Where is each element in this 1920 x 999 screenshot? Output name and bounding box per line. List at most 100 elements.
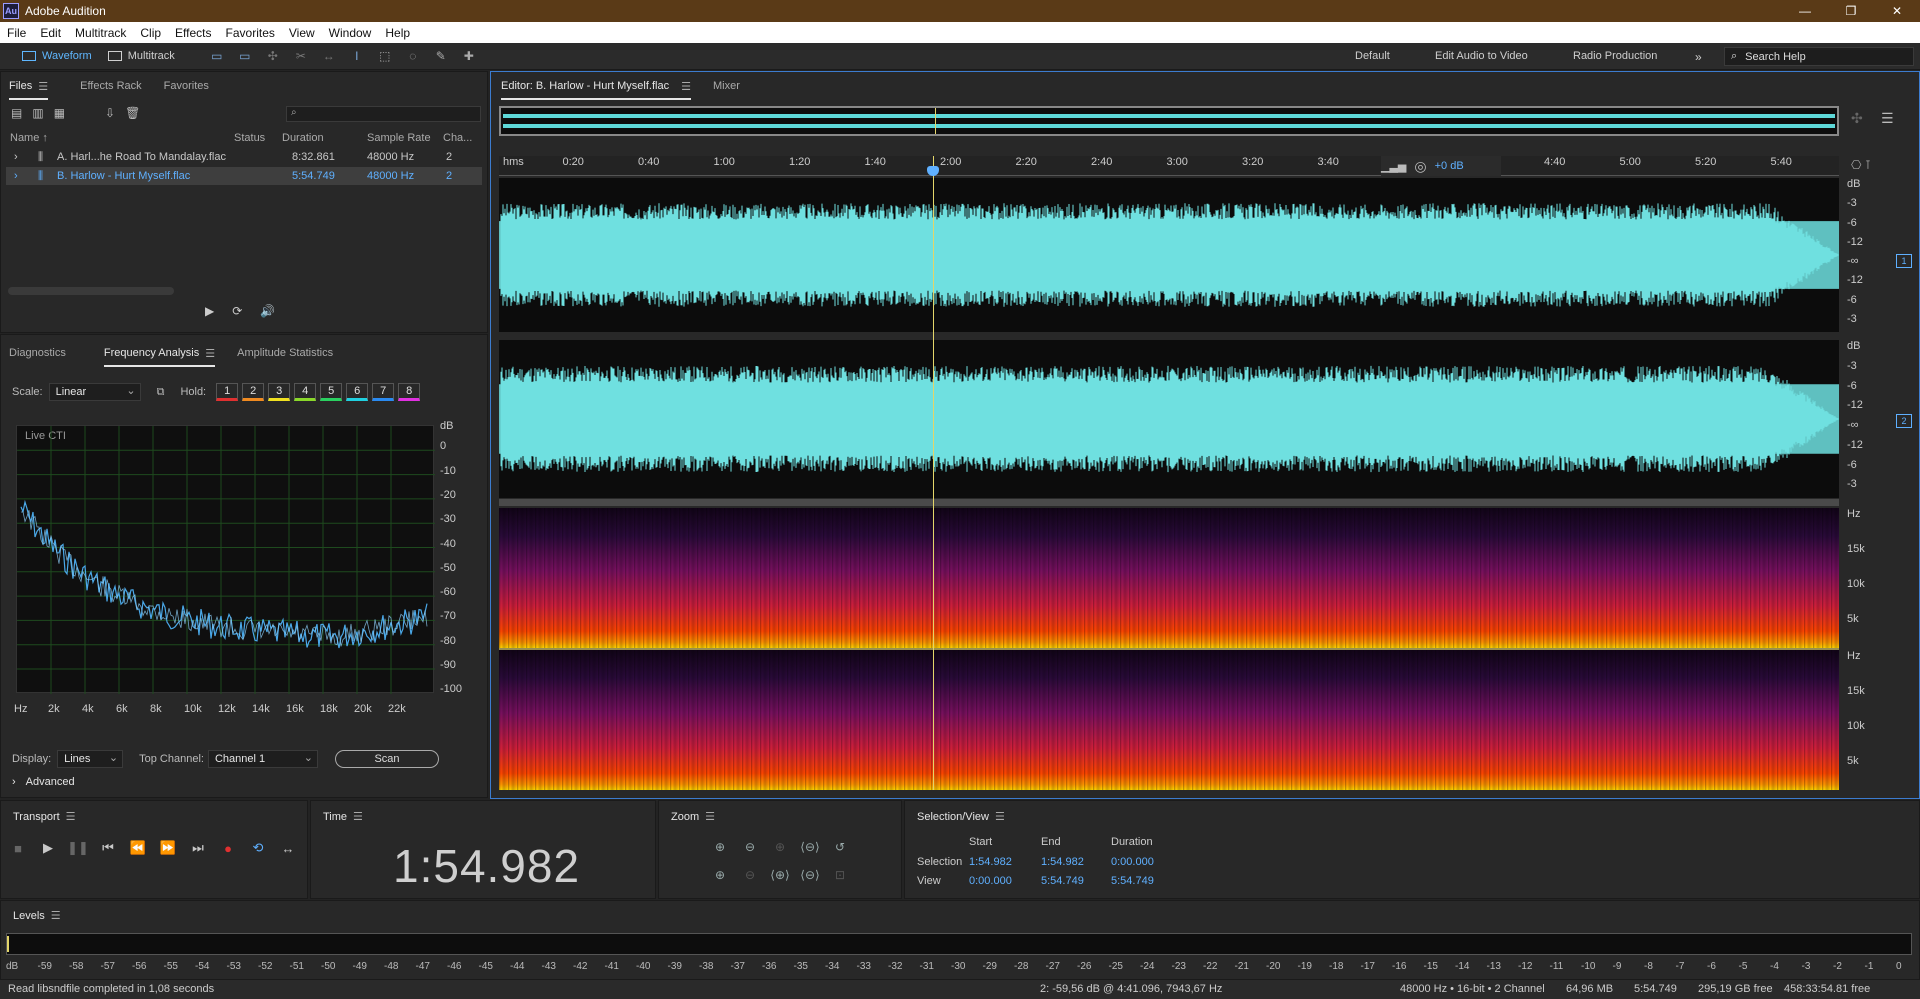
pitch-display-icon[interactable]: ▭ — [236, 48, 254, 64]
playhead[interactable] — [933, 156, 934, 790]
expand-icon[interactable]: › — [14, 170, 18, 182]
waveform-mode-button[interactable]: Waveform — [14, 46, 100, 66]
channel-1-badge[interactable]: 1 — [1896, 254, 1912, 268]
hold-button-7[interactable]: 7 — [372, 383, 395, 401]
hold-button-3[interactable]: 3 — [268, 383, 291, 401]
menu-help[interactable]: Help — [378, 26, 417, 40]
view-start[interactable]: 0:00.000 — [969, 875, 1012, 887]
workspace-radio-production[interactable]: Radio Production — [1573, 50, 1657, 62]
go-to-start-icon[interactable]: ⏮ — [98, 838, 118, 858]
channel-2-badge[interactable]: 2 — [1896, 414, 1912, 428]
brush-tool-icon[interactable]: ✎ — [432, 48, 450, 64]
marquee-tool-icon[interactable]: ⬚ — [376, 48, 394, 64]
snap-icon[interactable]: ⎔ ⊺ — [1851, 158, 1871, 172]
search-help-input[interactable]: ⌕ Search Help — [1724, 47, 1914, 66]
import-file-icon[interactable]: ▥ — [32, 106, 43, 120]
current-time[interactable]: 1:54.982 — [393, 839, 580, 893]
go-to-end-icon[interactable]: ⏭ — [188, 838, 208, 858]
file-row[interactable]: › ⫼ B. Harlow - Hurt Myself.flac 5:54.74… — [6, 167, 482, 185]
top-channel-select[interactable]: Channel 1 — [207, 750, 318, 768]
tab-frequency-analysis[interactable]: Frequency Analysis ☰ — [103, 339, 216, 367]
zoom-out-time-icon[interactable]: ⊖ — [739, 865, 761, 885]
col-sample-rate[interactable]: Sample Rate — [367, 132, 431, 144]
skip-selection-icon[interactable]: ↔ — [278, 838, 298, 858]
col-name[interactable]: Name ↑ — [10, 132, 48, 144]
razor-tool-icon[interactable]: ✂ — [292, 48, 310, 64]
gain-value[interactable]: +0 dB — [1435, 160, 1464, 172]
fast-forward-icon[interactable]: ⏩ — [158, 838, 178, 858]
zoom-in-point-icon[interactable]: ⊕ — [769, 837, 791, 857]
selection-duration[interactable]: 0:00.000 — [1111, 856, 1154, 868]
delete-file-icon[interactable]: 🗑 — [125, 106, 140, 120]
multitrack-mode-button[interactable]: Multitrack — [100, 46, 183, 66]
display-select[interactable]: Lines — [57, 750, 124, 768]
file-row[interactable]: › ⫼ A. Harl...he Road To Mandalay.flac 8… — [6, 148, 482, 166]
menu-view[interactable]: View — [282, 26, 322, 40]
pause-icon[interactable]: ❚❚ — [67, 838, 89, 858]
tab-favorites[interactable]: Favorites — [164, 72, 209, 100]
expand-icon[interactable]: › — [14, 151, 18, 163]
menu-clip[interactable]: Clip — [133, 26, 168, 40]
loop-preview-icon[interactable]: ⟳ — [232, 304, 242, 318]
zoom-out-full-icon[interactable]: ⟨⊖⟩ — [799, 837, 821, 857]
menu-favorites[interactable]: Favorites — [219, 26, 282, 40]
tab-effects-rack[interactable]: Effects Rack — [80, 72, 142, 100]
tab-diagnostics[interactable]: Diagnostics — [9, 339, 66, 367]
col-channels[interactable]: Cha... — [443, 132, 472, 144]
tab-amplitude-statistics[interactable]: Amplitude Statistics — [237, 339, 333, 367]
menu-effects[interactable]: Effects — [168, 26, 218, 40]
time-selection-icon[interactable]: I — [348, 48, 366, 64]
workspace-default[interactable]: Default — [1355, 50, 1390, 62]
hold-button-5[interactable]: 5 — [320, 383, 343, 401]
hold-button-4[interactable]: 4 — [294, 383, 317, 401]
record-icon[interactable]: ● — [218, 838, 238, 858]
panel-menu-icon[interactable]: ☰ — [1881, 110, 1894, 127]
zoom-out-amplitude-icon[interactable]: ⊖ — [739, 837, 761, 857]
view-duration[interactable]: 5:54.749 — [1111, 875, 1154, 887]
close-button[interactable]: ✕ — [1874, 0, 1920, 22]
more-workspaces-icon[interactable]: » — [1695, 50, 1702, 64]
waveform-channel-1[interactable] — [499, 178, 1839, 332]
view-end[interactable]: 5:54.749 — [1041, 875, 1084, 887]
waveform-channel-2[interactable] — [499, 340, 1839, 498]
advanced-toggle[interactable]: › Advanced — [12, 776, 75, 788]
play-icon[interactable]: ▶ — [38, 838, 58, 858]
slip-tool-icon[interactable]: ↔ — [320, 48, 338, 64]
spectrogram-channel-2[interactable] — [499, 650, 1839, 790]
hold-button-1[interactable]: 1 — [216, 383, 239, 401]
workspace-edit-audio-to-video[interactable]: Edit Audio to Video — [1435, 50, 1528, 62]
timeline-ruler[interactable]: hms 0:20 0:40 1:00 1:20 1:40 2:00 2:20 2:40 3:00 3… — [499, 156, 1839, 176]
spectral-display-icon[interactable]: ▭ — [208, 48, 226, 64]
hold-button-8[interactable]: 8 — [398, 383, 421, 401]
autoplay-icon[interactable]: 🔊 — [260, 304, 275, 318]
spectrogram-channel-1[interactable] — [499, 508, 1839, 648]
zoom-in-amplitude-icon[interactable]: ⊕ — [709, 837, 731, 857]
stop-icon[interactable]: ■ — [8, 838, 28, 858]
col-duration[interactable]: Duration — [282, 132, 324, 144]
insert-multitrack-icon[interactable]: ⇩ — [105, 106, 115, 120]
selection-start[interactable]: 1:54.982 — [969, 856, 1012, 868]
menu-window[interactable]: Window — [322, 26, 379, 40]
gain-knob-icon[interactable]: ◎ — [1414, 158, 1426, 175]
files-scrollbar[interactable] — [8, 287, 174, 295]
selection-end[interactable]: 1:54.982 — [1041, 856, 1084, 868]
menu-edit[interactable]: Edit — [33, 26, 68, 40]
zoom-out-sel-icon[interactable]: ⟨⊖⟩ — [799, 865, 821, 885]
menu-multitrack[interactable]: Multitrack — [68, 26, 133, 40]
scan-button[interactable]: Scan — [335, 750, 439, 768]
zoom-selection-icon[interactable]: ⟨⊕⟩ — [769, 865, 791, 885]
lasso-tool-icon[interactable]: ◌ — [404, 48, 422, 64]
rewind-icon[interactable]: ⏪ — [128, 838, 148, 858]
healing-tool-icon[interactable]: ✚ — [460, 48, 478, 64]
menu-file[interactable]: File — [0, 26, 33, 40]
move-tool-icon[interactable]: ✣ — [264, 48, 282, 64]
tab-mixer[interactable]: Mixer — [713, 72, 740, 100]
copy-graph-icon[interactable]: ⧉ — [157, 386, 165, 399]
tab-files[interactable]: Files ☰ — [9, 72, 49, 100]
zoom-tool-icon[interactable]: ✣ — [1851, 110, 1863, 127]
maximize-button[interactable]: ❐ — [1828, 0, 1874, 22]
zoom-in-time-icon[interactable]: ⊕ — [709, 865, 731, 885]
loop-icon[interactable]: ⟲ — [248, 838, 268, 858]
files-search-input[interactable]: ⌕ — [286, 106, 481, 122]
zoom-reset-icon[interactable]: ↺ — [829, 837, 851, 857]
